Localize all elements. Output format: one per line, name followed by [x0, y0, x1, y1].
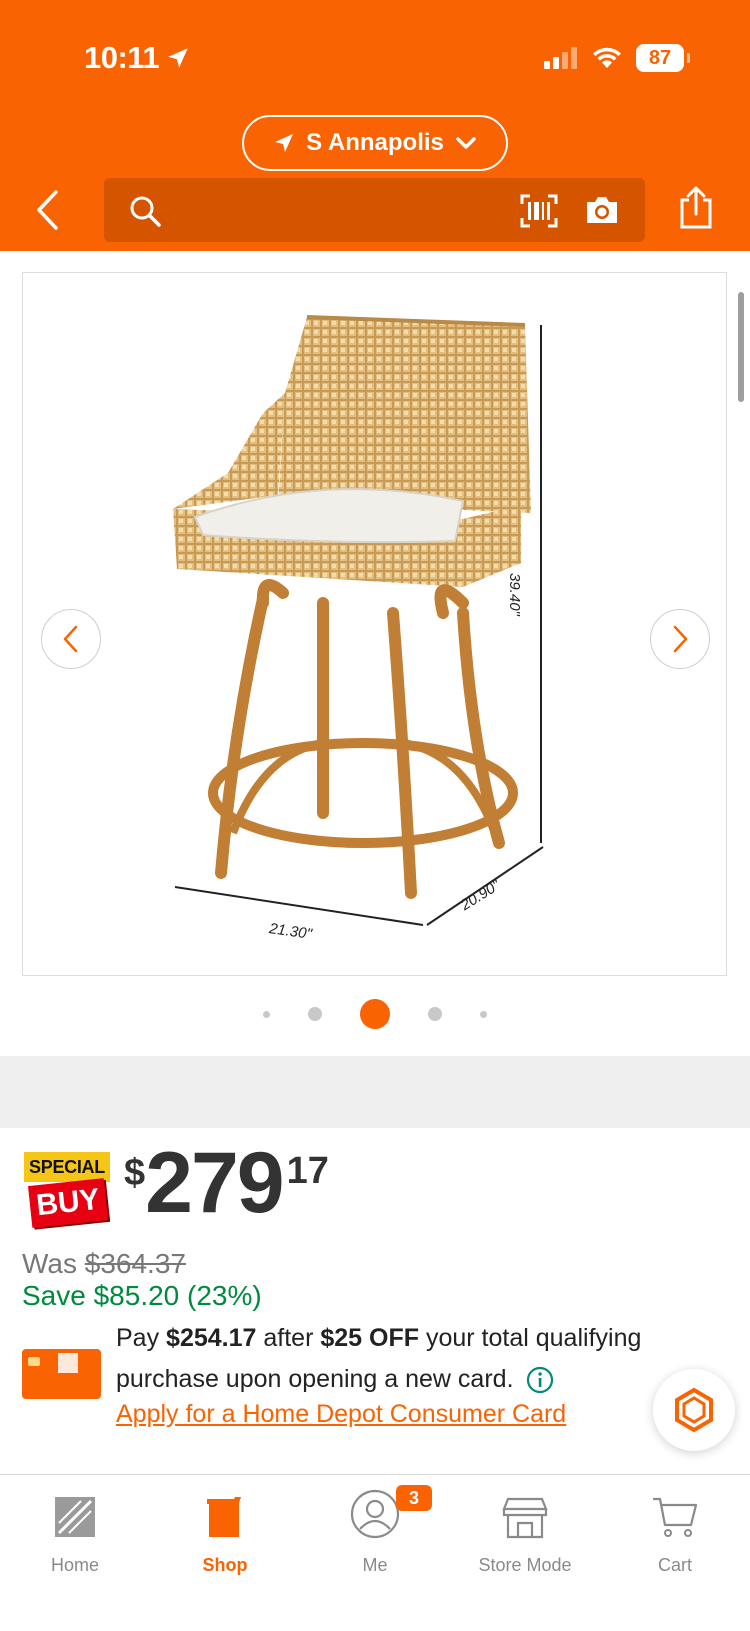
tab-label: Home: [50, 1555, 99, 1575]
tab-label: Cart: [657, 1555, 692, 1575]
savings-text: Save $85.20 (23%): [22, 1280, 262, 1311]
hexagon-chat-icon: [675, 1387, 713, 1433]
gallery-prev-button[interactable]: [41, 609, 101, 669]
pagination-dot[interactable]: [308, 1007, 322, 1021]
store-icon: [502, 1497, 548, 1539]
signal-icon: [544, 47, 577, 69]
tab-shop[interactable]: Shop: [150, 1489, 300, 1589]
tab-label: Store Mode: [478, 1555, 572, 1575]
user-icon: [350, 1489, 400, 1539]
credit-card-image: [22, 1349, 101, 1399]
paint-bucket-icon: [207, 1497, 241, 1537]
was-amount: $364.37: [84, 1248, 186, 1279]
gallery-next-button[interactable]: [650, 609, 710, 669]
search-icon: [130, 196, 161, 227]
price-dollars: 279: [145, 1135, 284, 1231]
was-label: Was: [22, 1248, 77, 1279]
app-header: 10:11 87 S Annapolis: [0, 0, 750, 251]
pagination-dot[interactable]: [263, 1010, 270, 1018]
tab-home[interactable]: Home: [0, 1489, 150, 1589]
share-icon: [680, 186, 712, 229]
tab-me[interactable]: 3 Me: [300, 1485, 450, 1589]
wifi-icon: [593, 47, 621, 68]
product-image-gallery[interactable]: 39.40" 21.30" 20.90": [22, 272, 727, 976]
search-input[interactable]: [174, 190, 494, 230]
battery-indicator: 87: [636, 44, 690, 72]
pagination-dot-active[interactable]: [360, 999, 390, 1029]
store-name: S Annapolis: [306, 129, 444, 156]
dimension-height-label: 39.40": [506, 573, 523, 616]
tab-cart[interactable]: Cart: [600, 1489, 750, 1589]
home-depot-logo-icon: [58, 1353, 78, 1373]
home-depot-logo-icon: [55, 1497, 95, 1537]
status-indicators: 87: [544, 44, 690, 72]
product-image: [173, 315, 544, 926]
price-cents: 17: [286, 1150, 329, 1192]
camera-icon[interactable]: [584, 194, 620, 226]
search-bar[interactable]: [104, 178, 645, 242]
location-arrow-icon: [275, 134, 294, 152]
chevron-right-icon: [673, 625, 688, 653]
page-scrollbar[interactable]: [738, 292, 744, 402]
card-promo-text: Pay $254.17 after $25 OFF your total qua…: [116, 1324, 642, 1394]
store-selector[interactable]: S Annapolis: [242, 115, 508, 171]
back-button[interactable]: [28, 186, 68, 234]
notification-badge: 3: [396, 1485, 432, 1511]
special-buy-badge: SPECIAL BUY: [24, 1152, 110, 1228]
bottom-tab-bar: Home Shop 3 Me Store Mode Cart: [0, 1474, 750, 1631]
gallery-pagination: [0, 996, 750, 1032]
share-button[interactable]: [676, 186, 716, 235]
status-time: 10:11: [84, 40, 191, 76]
tab-label: Shop: [202, 1555, 248, 1575]
apply-card-link[interactable]: Apply for a Home Depot Consumer Card: [116, 1400, 566, 1429]
pagination-dot[interactable]: [480, 1010, 487, 1018]
card-chip: [28, 1357, 40, 1366]
location-arrow-icon: [168, 48, 188, 68]
tab-store-mode[interactable]: Store Mode: [450, 1489, 600, 1589]
info-icon[interactable]: [526, 1366, 554, 1394]
cart-icon: [653, 1497, 698, 1537]
special-buy-top: SPECIAL: [24, 1152, 110, 1182]
tab-label: Me: [362, 1555, 388, 1575]
assistant-button[interactable]: [653, 1369, 735, 1451]
barcode-scanner-icon[interactable]: [520, 194, 558, 228]
was-price: Was $364.37: [22, 1248, 186, 1280]
chevron-left-icon: [63, 625, 78, 653]
pagination-dot[interactable]: [428, 1007, 442, 1021]
special-buy-bottom: BUY: [28, 1178, 108, 1228]
section-divider: [0, 1056, 750, 1128]
chevron-down-icon: [456, 137, 476, 149]
chevron-left-icon: [37, 190, 58, 230]
price-currency: $: [124, 1152, 146, 1194]
product-price: $ 279 17: [124, 1140, 329, 1226]
